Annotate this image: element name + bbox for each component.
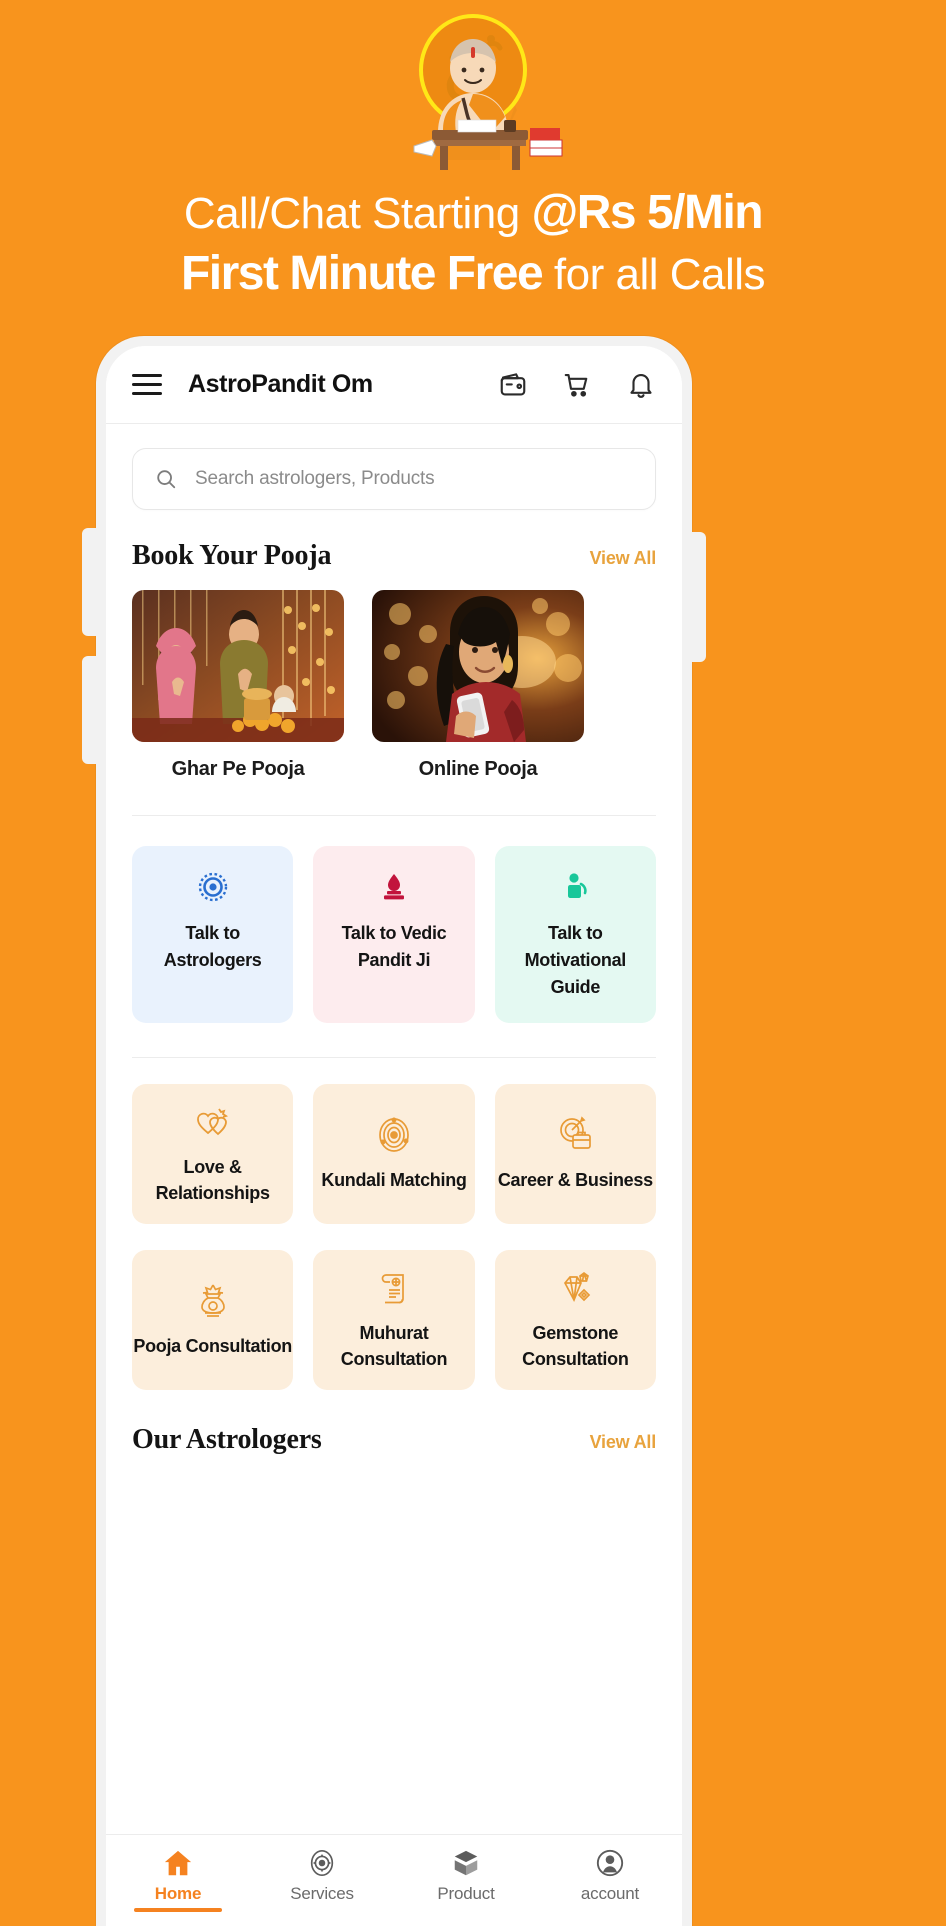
service-tile-label: Gemstone Consultation xyxy=(522,1322,629,1369)
talk-to-vedic-pandit-card[interactable]: Talk to Vedic Pandit Ji xyxy=(313,846,475,1023)
promo-line-2: First Minute Free for all Calls xyxy=(0,246,946,300)
search-input[interactable]: Search astrologers, Products xyxy=(132,448,656,510)
kundali-chart-icon xyxy=(375,1115,413,1155)
our-astrologers-title: Our Astrologers xyxy=(132,1424,322,1455)
promo-banner: Call/Chat Starting @Rs 5/Min First Minut… xyxy=(0,0,946,300)
talk-card-label: Talk to Motivational Guide xyxy=(524,923,627,997)
book-pooja-title: Book Your Pooja xyxy=(132,540,332,571)
promo-line-1-strong: @Rs 5/Min xyxy=(531,186,763,239)
wallet-icon[interactable] xyxy=(498,370,528,400)
bottom-navigation: Home Services Product account xyxy=(106,1834,682,1926)
nav-item-home[interactable]: Home xyxy=(106,1847,250,1912)
search-icon xyxy=(157,470,176,489)
search-placeholder: Search astrologers, Products xyxy=(195,468,435,489)
pooja-card-label: Ghar Pe Pooja xyxy=(171,758,305,780)
app-header: AstroPandit Om xyxy=(106,346,682,424)
service-tile-label: Career & Business xyxy=(497,1169,653,1190)
kalash-icon xyxy=(194,1281,232,1321)
phone-screen: AstroPandit Om Search astrologers, Produ… xyxy=(106,346,682,1926)
talk-to-row: Talk to Astrologers Talk to Vedic Pandit… xyxy=(106,816,682,1023)
app-content: Search astrologers, Products Book Your P… xyxy=(106,424,682,1926)
nav-item-services[interactable]: Services xyxy=(250,1847,394,1904)
pooja-card[interactable]: Ghar Pe Pooja xyxy=(132,590,344,781)
cart-icon[interactable] xyxy=(562,370,592,400)
promo-line-1: Call/Chat Starting @Rs 5/Min xyxy=(0,186,946,239)
chakra-icon xyxy=(197,870,229,904)
nav-item-product[interactable]: Product xyxy=(394,1847,538,1904)
book-pooja-view-all[interactable]: View All xyxy=(590,548,657,569)
app-title: AstroPandit Om xyxy=(188,370,373,398)
home-icon xyxy=(163,1847,193,1879)
our-astrologers-view-all[interactable]: View All xyxy=(590,1432,657,1453)
talk-to-motivational-guide-card[interactable]: Talk to Motivational Guide xyxy=(494,846,656,1023)
pooja-card-label: Online Pooja xyxy=(418,758,538,780)
nav-active-indicator xyxy=(134,1908,222,1912)
divider xyxy=(132,1057,656,1058)
service-tile-love[interactable]: Love & Relationships xyxy=(132,1084,294,1224)
our-astrologers-header: Our Astrologers View All xyxy=(106,1390,682,1456)
bell-icon[interactable] xyxy=(626,370,656,400)
talk-to-astrologers-card[interactable]: Talk to Astrologers xyxy=(132,846,294,1023)
service-tile-muhurat[interactable]: Muhurat Consultation xyxy=(313,1250,475,1390)
box-icon xyxy=(451,1847,481,1879)
hamburger-icon[interactable] xyxy=(132,373,162,396)
service-tile-label: Kundali Matching xyxy=(321,1169,467,1190)
phone-volume-down-button xyxy=(82,656,98,764)
nav-label: account xyxy=(580,1884,640,1903)
header-icon-group xyxy=(498,370,656,400)
gemstones-icon xyxy=(556,1268,594,1308)
search-section: Search astrologers, Products xyxy=(106,424,682,510)
ghar-pe-pooja-image xyxy=(132,590,344,742)
pooja-card-row: Ghar Pe Pooja Online Pooja xyxy=(106,572,682,781)
speaker-person-icon xyxy=(559,870,591,904)
briefcase-target-icon xyxy=(556,1115,594,1155)
service-tile-pooja[interactable]: Pooja Consultation xyxy=(132,1250,294,1390)
promo-line-2-normal: for all Calls xyxy=(542,249,766,299)
promo-line-2-strong: First Minute Free xyxy=(180,246,544,300)
service-tile-kundali[interactable]: Kundali Matching xyxy=(313,1084,475,1224)
service-tile-career[interactable]: Career & Business xyxy=(494,1084,656,1224)
promo-line-1-normal: Call/Chat Starting xyxy=(183,189,532,238)
service-tiles: Love & Relationships Kundali Matching Ca… xyxy=(106,1084,682,1390)
phone-mockup: AstroPandit Om Search astrologers, Produ… xyxy=(82,336,706,1926)
nav-label: Services xyxy=(290,1884,354,1903)
service-tile-row: Pooja Consultation Muhurat Consultation … xyxy=(132,1250,656,1390)
logo-container xyxy=(0,10,946,170)
service-tile-label: Pooja Consultation xyxy=(133,1335,292,1356)
service-tile-row: Love & Relationships Kundali Matching Ca… xyxy=(132,1084,656,1224)
nav-item-account[interactable]: account xyxy=(538,1847,682,1904)
services-icon xyxy=(307,1847,337,1879)
service-tile-label: Love & Relationships xyxy=(155,1156,270,1203)
book-pooja-header: Book Your Pooja View All xyxy=(106,510,682,572)
nav-label: Home xyxy=(154,1884,202,1903)
talk-card-label: Talk to Astrologers xyxy=(163,923,262,970)
nav-label: Product xyxy=(437,1884,495,1903)
online-pooja-image xyxy=(372,590,584,742)
service-tile-gemstone[interactable]: Gemstone Consultation xyxy=(494,1250,656,1390)
pooja-card[interactable]: Online Pooja xyxy=(372,590,584,781)
pandit-om-logo xyxy=(413,14,563,170)
scroll-icon xyxy=(375,1268,413,1308)
service-tile-label: Muhurat Consultation xyxy=(340,1322,448,1369)
account-icon xyxy=(595,1847,625,1879)
two-hearts-icon xyxy=(194,1102,232,1142)
phone-volume-up-button xyxy=(82,528,98,636)
havan-fire-icon xyxy=(378,870,410,904)
talk-card-label: Talk to Vedic Pandit Ji xyxy=(341,923,447,970)
phone-power-button xyxy=(690,532,706,662)
